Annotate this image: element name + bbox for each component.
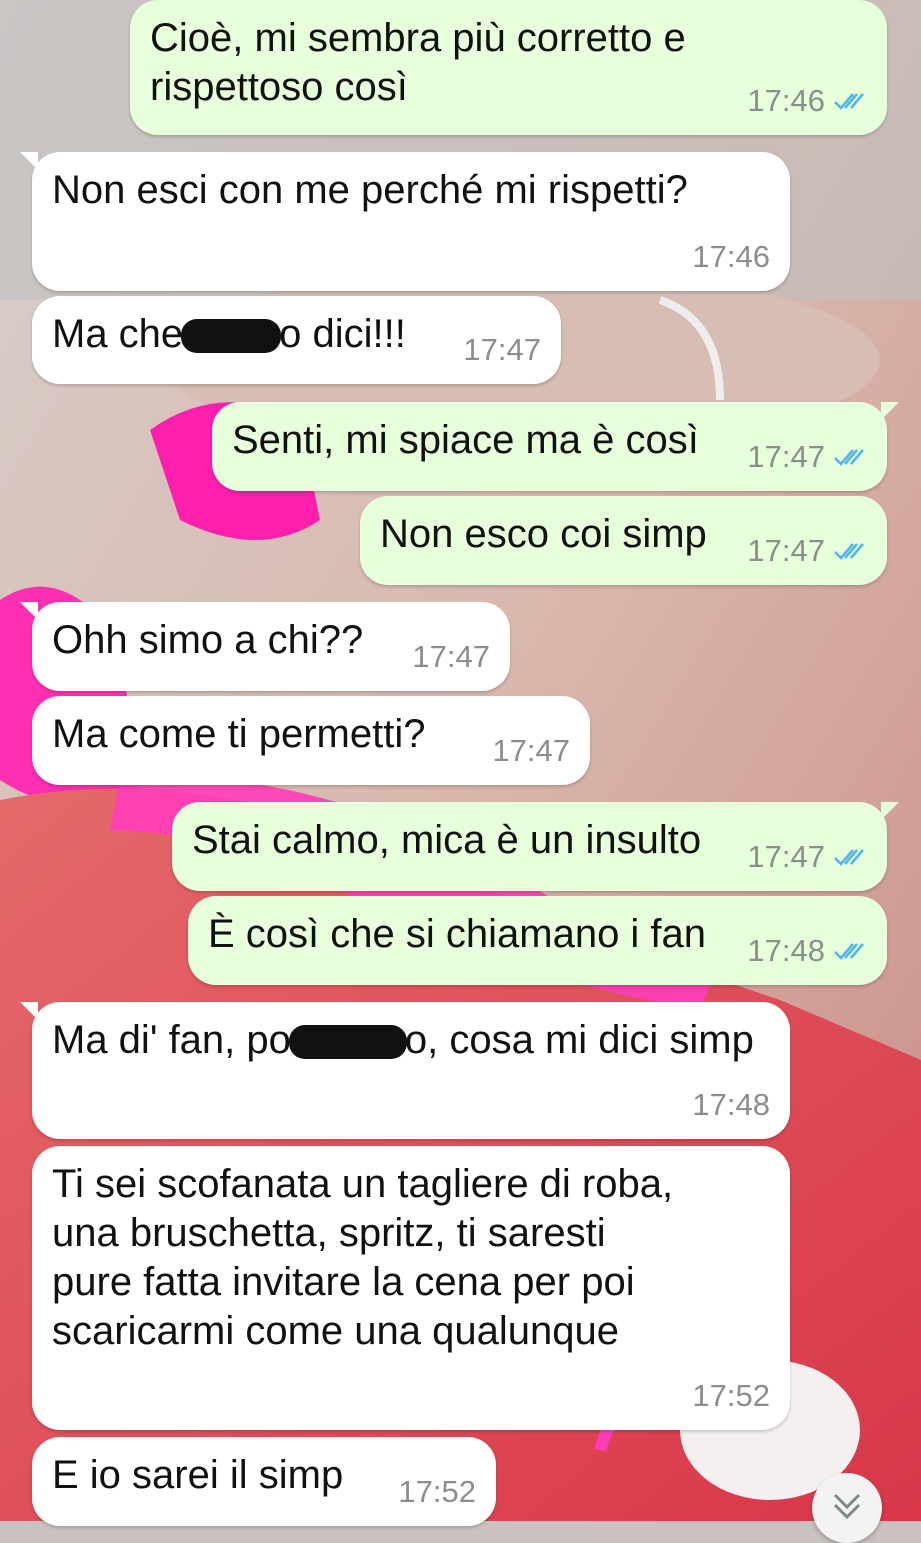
message-meta: 17:52 [398,1467,476,1516]
message-text: E io sarei il simp [52,1453,344,1497]
message-meta: 17:48 [747,926,867,975]
read-ticks-icon [834,542,864,560]
message-time: 17:48 [692,1087,770,1122]
message-outgoing[interactable]: Cioè, mi sembra più corretto e rispettoso… [130,0,887,135]
message-text: Senti, mi spiace ma è così [232,418,699,462]
message-time: 17:47 [412,639,490,674]
message-text: Stai calmo, mica è un insulto [192,818,702,862]
message-meta: 17:47 [412,632,490,681]
double-chevron-down-icon [833,1493,861,1520]
message-meta: 17:47 [492,726,570,775]
message-meta: 17:52 [692,1371,770,1420]
bubble-tail [20,1002,38,1020]
message-text: Ti sei scofanata un tagliere di roba, una… [52,1162,674,1353]
message-outgoing[interactable]: È così che si chiamano i fan 17:48 [188,896,887,985]
bubble-tail [20,602,38,620]
read-ticks-icon [834,848,864,866]
message-incoming[interactable]: Non esci con me perché mi rispetti? 17:4… [20,152,790,291]
message-time: 17:47 [747,439,825,474]
read-ticks-icon [834,448,864,466]
message-text: Non esco coi simp [380,512,707,556]
message-outgoing[interactable]: Non esco coi simp 17:47 [360,496,887,585]
message-time: 17:52 [398,1474,476,1509]
message-time: 17:46 [692,239,770,274]
message-text: È così che si chiamano i fan [208,912,707,956]
message-time: 17:48 [747,933,825,968]
message-text: Cioè, mi sembra più corretto e rispettoso… [150,16,686,109]
message-meta: 17:48 [692,1080,770,1129]
message-incoming[interactable]: E io sarei il simp 17:52 [32,1437,496,1526]
message-incoming[interactable]: Ma di' fan, po o, cosa mi dici simp 17:48 [20,1002,790,1139]
message-text: Non esci con me perché mi rispetti? [52,168,688,212]
message-time: 17:46 [747,83,825,118]
message-text: Ma che o dici!!! [52,312,406,356]
read-ticks-icon [834,92,864,110]
message-time: 17:47 [747,839,825,874]
message-meta: 17:46 [692,232,770,281]
message-time: 17:47 [492,733,570,768]
message-incoming[interactable]: Ma come ti permetti? 17:47 [32,696,590,785]
message-incoming[interactable]: Ti sei scofanata un tagliere di roba, una… [32,1146,790,1430]
message-incoming[interactable]: Ma che o dici!!! 17:47 [32,296,561,384]
message-time: 17:47 [463,332,541,367]
message-meta: 17:47 [463,325,541,374]
message-time: 17:52 [692,1378,770,1413]
message-text: Ma come ti permetti? [52,712,426,756]
censor-bar [288,1025,407,1060]
message-meta: 17:46 [747,76,867,125]
read-ticks-icon [834,942,864,960]
message-time: 17:47 [747,533,825,568]
censor-bar [181,319,282,354]
message-text: Ohh simo a chi?? [52,618,364,662]
bubble-tail [881,802,899,820]
bubble-tail [20,152,38,170]
message-text: Ma di' fan, po o, cosa mi dici simp [52,1018,754,1062]
message-meta: 17:47 [747,832,867,881]
message-outgoing[interactable]: Stai calmo, mica è un insulto 17:47 [172,802,899,891]
message-incoming[interactable]: Ohh simo a chi?? 17:47 [20,602,510,691]
message-meta: 17:47 [747,526,867,575]
message-outgoing[interactable]: Senti, mi spiace ma è così 17:47 [212,402,899,491]
message-meta: 17:47 [747,432,867,481]
scroll-to-bottom-button[interactable] [812,1473,882,1543]
bubble-tail [881,402,899,420]
